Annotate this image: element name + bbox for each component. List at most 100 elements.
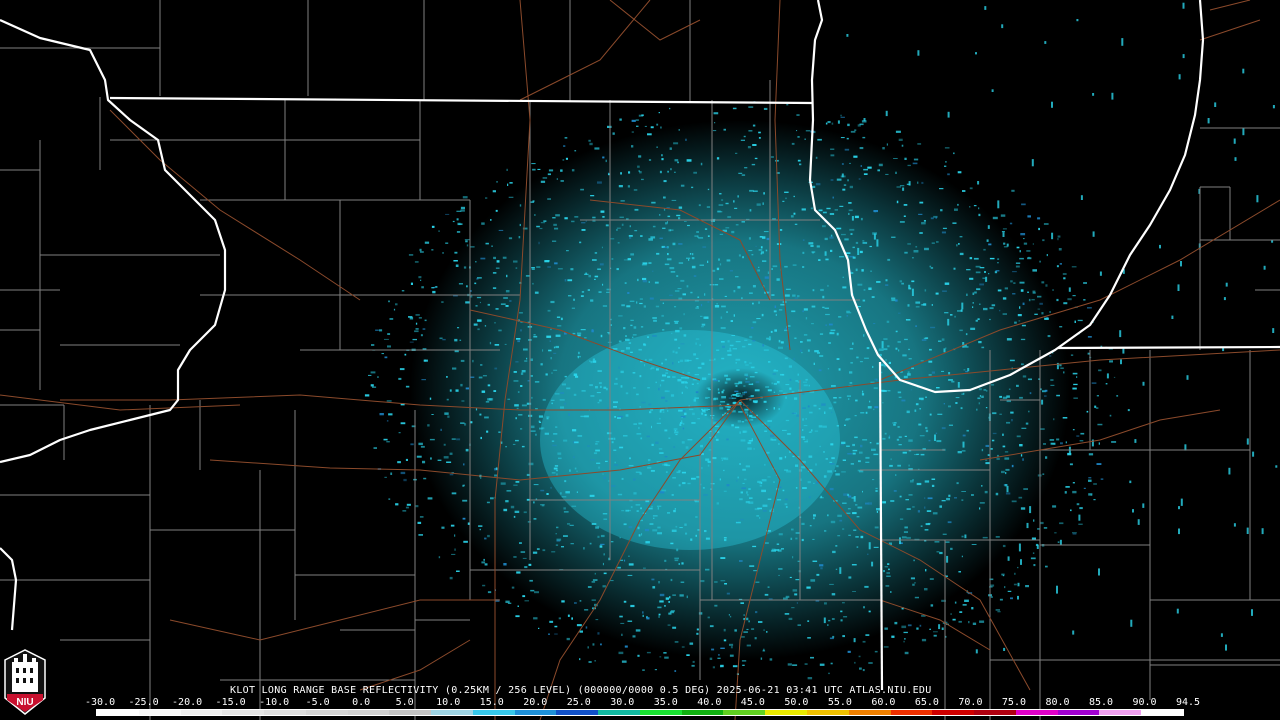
echo-speckle [1039, 428, 1045, 430]
echo-speckle [707, 464, 710, 467]
echo-speckle [836, 425, 839, 427]
echo-speckle [858, 178, 861, 180]
echo-speckle [818, 408, 821, 410]
echo-speckle [947, 521, 952, 524]
echo-speckle [583, 547, 585, 550]
echo-speckle [903, 375, 908, 379]
echo-speckle [794, 337, 797, 339]
echo-speckle [633, 423, 637, 425]
echo-speckle [505, 290, 510, 293]
echo-speckle [944, 165, 947, 167]
echo-speckle [842, 602, 845, 604]
echo-speckle [823, 475, 827, 478]
echo-speckle [430, 457, 432, 460]
echo-speckle [906, 536, 911, 539]
echo-speckle [749, 362, 752, 364]
echo-speckle [831, 122, 834, 125]
echo-speckle [439, 337, 443, 340]
echo-speckle [500, 482, 506, 485]
echo-speckle [874, 526, 879, 529]
echo-speckle [1002, 445, 1006, 448]
echo-speckle [883, 348, 888, 351]
echo-speckle [613, 464, 618, 466]
echo-speckle [916, 482, 922, 486]
echo-speckle [639, 472, 642, 475]
echo-speckle [730, 320, 733, 322]
echo-speckle [510, 505, 515, 509]
echo-speckle [964, 534, 967, 539]
echo-speckle [483, 558, 485, 561]
colorbar-segment [1141, 710, 1183, 715]
echo-speckle [873, 210, 878, 213]
echo-speckle [1051, 101, 1053, 108]
echo-speckle [594, 660, 596, 662]
echo-speckle [927, 522, 931, 525]
echo-speckle [645, 541, 650, 544]
echo-speckle [664, 605, 666, 607]
echo-speckle [868, 542, 871, 550]
echo-speckle [709, 359, 714, 361]
colorbar-segment [890, 710, 933, 715]
echo-speckle [629, 457, 631, 460]
echo-speckle [921, 638, 927, 642]
echo-speckle [1088, 479, 1092, 482]
echo-speckle [613, 449, 617, 451]
echo-speckle [515, 615, 520, 618]
echo-speckle [731, 335, 735, 336]
echo-speckle [920, 398, 924, 401]
echo-speckle [652, 515, 658, 517]
echo-speckle [840, 610, 843, 613]
echo-speckle [837, 514, 842, 517]
echo-speckle [1057, 238, 1059, 241]
radar-map-canvas [0, 0, 1280, 720]
echo-speckle [616, 227, 621, 229]
echo-speckle [808, 384, 810, 387]
echo-speckle [691, 422, 696, 424]
echo-speckle [415, 505, 419, 508]
echo-speckle [961, 535, 964, 538]
echo-speckle [659, 417, 661, 420]
echo-speckle [975, 649, 978, 654]
echo-speckle [866, 347, 870, 350]
echo-speckle [477, 319, 482, 322]
echo-speckle [1041, 281, 1045, 284]
echo-speckle [955, 397, 960, 399]
echo-speckle [485, 242, 489, 245]
echo-speckle [691, 383, 694, 385]
echo-speckle [748, 501, 754, 504]
echo-speckle [727, 216, 732, 218]
echo-speckle [616, 229, 618, 231]
echo-speckle [887, 563, 890, 565]
echo-speckle [650, 470, 655, 472]
echo-speckle [855, 504, 858, 506]
echo-speckle [679, 594, 684, 597]
echo-speckle [644, 364, 646, 367]
echo-speckle [1050, 442, 1056, 445]
echo-speckle [807, 481, 811, 484]
echo-speckle [587, 586, 592, 588]
echo-speckle [806, 339, 811, 342]
echo-speckle [1063, 371, 1065, 374]
echo-speckle [854, 436, 858, 439]
echo-speckle [519, 312, 523, 314]
echo-speckle [841, 163, 844, 165]
echo-speckle [894, 621, 898, 625]
echo-speckle [638, 534, 641, 537]
echo-speckle [530, 201, 535, 203]
echo-speckle [701, 304, 703, 307]
echo-speckle [556, 526, 559, 529]
echo-speckle [827, 514, 829, 517]
echo-speckle [603, 476, 606, 479]
echo-speckle [979, 620, 985, 623]
echo-speckle [659, 237, 663, 240]
echo-speckle [515, 481, 520, 483]
echo-speckle [992, 216, 998, 220]
echo-speckle [652, 317, 657, 319]
echo-speckle [1130, 619, 1133, 627]
echo-speckle [828, 342, 831, 344]
echo-speckle [735, 521, 741, 524]
echo-speckle [1001, 231, 1005, 233]
echo-speckle [961, 450, 966, 452]
echo-speckle [682, 482, 686, 485]
echo-speckle [703, 494, 708, 496]
